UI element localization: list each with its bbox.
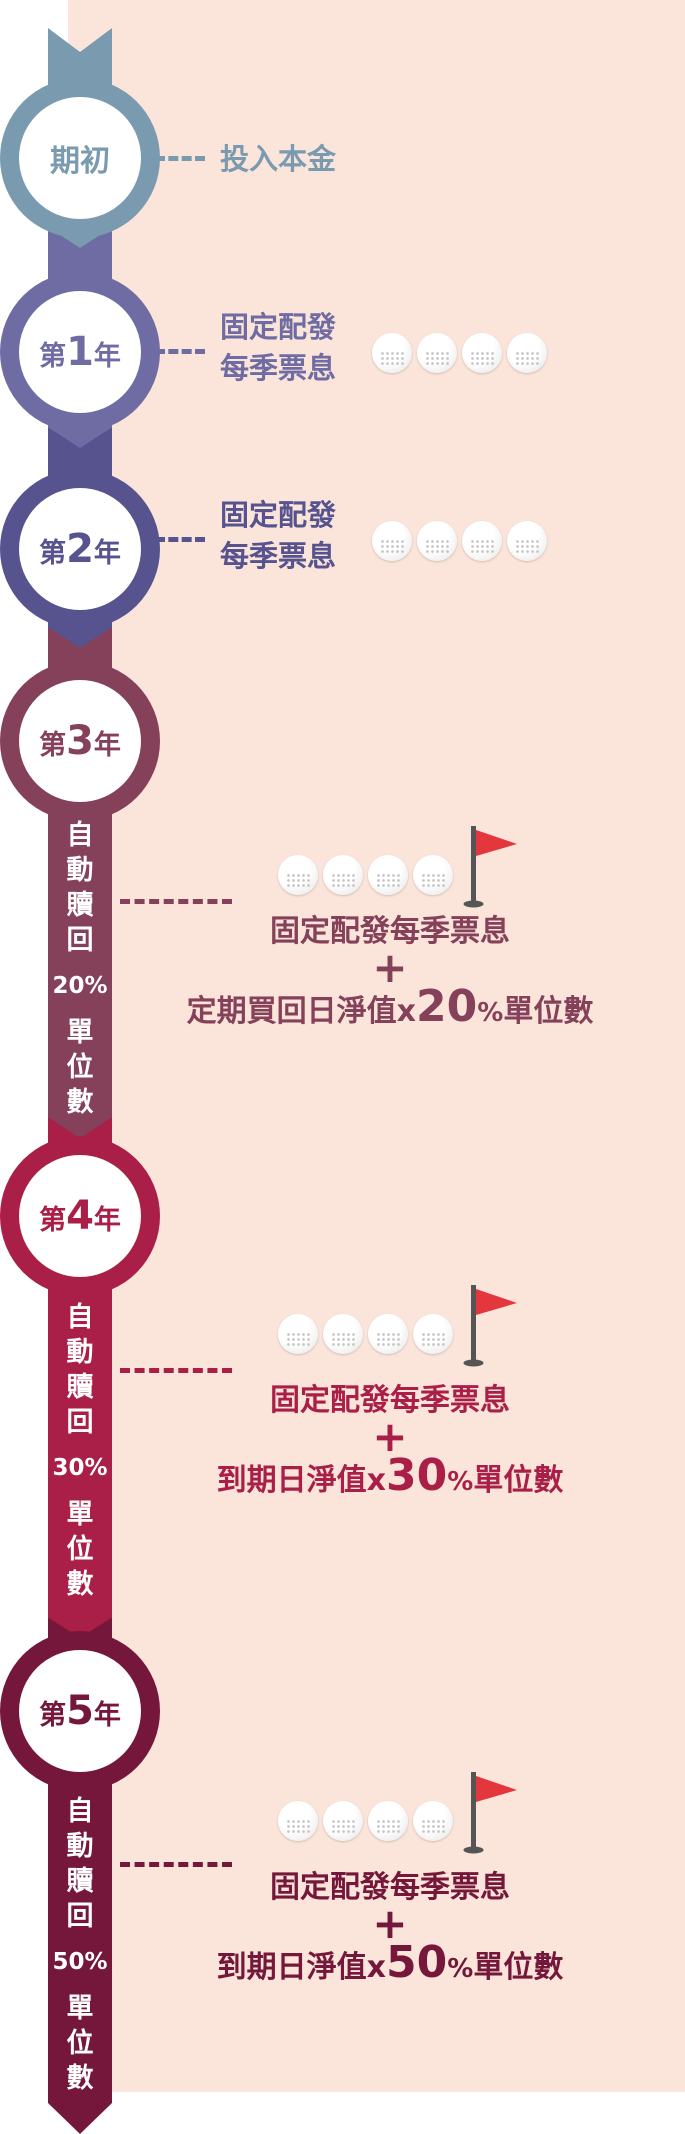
golf-balls — [278, 1801, 453, 1841]
golf-flag-icon — [463, 1285, 517, 1367]
stage-label: 第1年 — [39, 329, 121, 375]
stage-description: 固定配發 每季票息 — [220, 498, 337, 573]
golf-ball-icon — [462, 333, 502, 373]
stage-circle-year3: 第3年 — [0, 661, 160, 821]
golf-ball-icon — [278, 1801, 318, 1841]
golf-balls — [278, 855, 453, 895]
stage-circle-year1: 第1年 — [0, 272, 160, 432]
golf-ball-icon — [413, 1801, 453, 1841]
stage-label: 第5年 — [39, 1688, 121, 1734]
golf-ball-icon — [462, 521, 502, 561]
stage-detail: 固定配發每季票息 + 到期日淨值x50%單位數 — [216, 1870, 564, 1988]
stage-label: 第3年 — [39, 718, 121, 764]
golf-ball-icon — [368, 1314, 408, 1354]
golf-ball-icon — [372, 521, 412, 561]
golf-ball-icon — [368, 1801, 408, 1841]
vertical-label-redeem: 自動贖回 50% 單位數 — [52, 1796, 108, 2094]
golf-ball-icon — [413, 855, 453, 895]
stage-circle-year5: 第5年 — [0, 1631, 160, 1791]
golf-flag-icon — [463, 1772, 517, 1854]
timeline-infographic: 期初 投入本金 第1年 固定配發 每季票息 第2年 固定配發 每季票息 第3年 … — [0, 0, 685, 2134]
golf-balls — [372, 333, 547, 373]
connector-dash — [120, 899, 232, 904]
background-panel — [68, 0, 685, 2092]
stage-label: 第4年 — [39, 1193, 121, 1239]
stage-detail: 固定配發每季票息 + 到期日淨值x30%單位數 — [216, 1383, 564, 1501]
golf-ball-icon — [323, 855, 363, 895]
golf-balls — [278, 1314, 453, 1354]
golf-ball-icon — [417, 521, 457, 561]
golf-ball-icon — [323, 1314, 363, 1354]
stage-circle-year4: 第4年 — [0, 1136, 160, 1296]
golf-flag-icon — [463, 826, 517, 908]
connector-dash — [120, 1862, 232, 1867]
stage-detail: 固定配發每季票息 + 定期買回日淨值x20%單位數 — [186, 914, 594, 1032]
golf-ball-icon — [278, 1314, 318, 1354]
golf-ball-icon — [372, 333, 412, 373]
stage-description: 固定配發 每季票息 — [220, 310, 337, 385]
vertical-label-redeem: 自動贖回 20% 單位數 — [52, 820, 108, 1118]
golf-ball-icon — [507, 521, 547, 561]
stage-label: 期初 — [50, 144, 110, 179]
connector-dash — [155, 537, 205, 542]
connector-dash — [155, 156, 205, 161]
golf-ball-icon — [323, 1801, 363, 1841]
stage-description: 投入本金 — [220, 142, 337, 176]
connector-dash — [155, 349, 205, 354]
stage-circle-year2: 第2年 — [0, 469, 160, 629]
golf-balls — [372, 521, 547, 561]
golf-ball-icon — [278, 855, 318, 895]
vertical-label-redeem: 自動贖回 30% 單位數 — [52, 1302, 108, 1600]
connector-dash — [120, 1368, 232, 1373]
golf-ball-icon — [417, 333, 457, 373]
golf-ball-icon — [507, 333, 547, 373]
golf-ball-icon — [368, 855, 408, 895]
stage-circle-initial: 期初 — [0, 78, 160, 238]
golf-ball-icon — [413, 1314, 453, 1354]
stage-label: 第2年 — [39, 526, 121, 572]
